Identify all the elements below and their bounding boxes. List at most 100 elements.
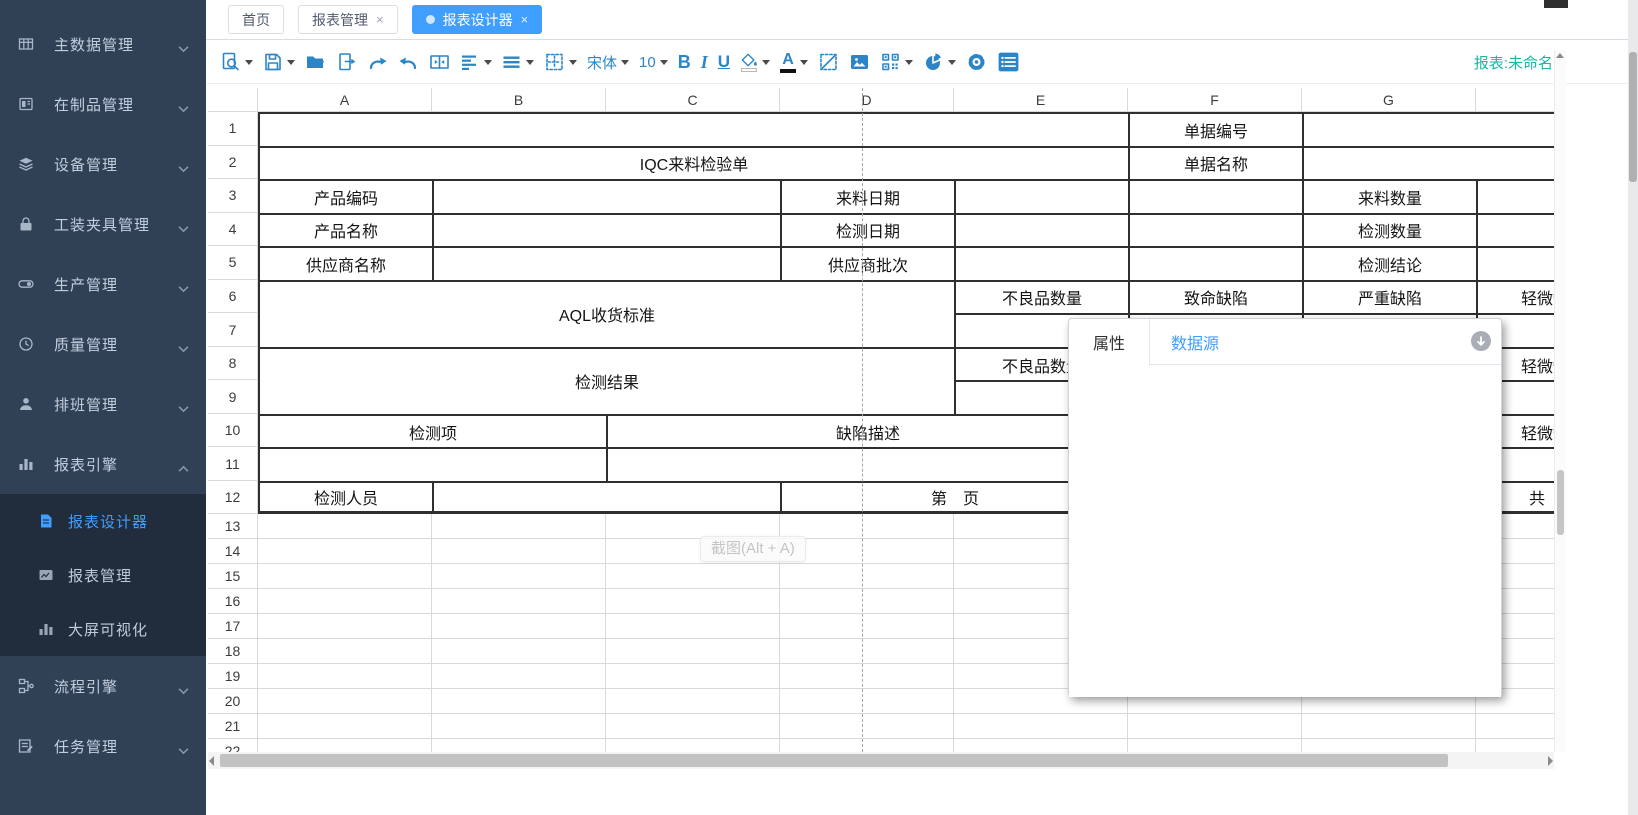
chevron-down-icon[interactable] bbox=[178, 160, 190, 168]
chevron-down-icon[interactable] bbox=[178, 100, 190, 108]
italic-button[interactable]: I bbox=[696, 50, 713, 75]
cell-C22[interactable] bbox=[606, 739, 780, 752]
align-button[interactable] bbox=[455, 50, 497, 74]
cell-A21[interactable] bbox=[258, 714, 432, 739]
panel-toggle-button[interactable] bbox=[992, 49, 1025, 75]
chevron-down-icon[interactable] bbox=[178, 682, 190, 690]
cell-C17[interactable] bbox=[606, 614, 780, 639]
row-header-14[interactable]: 14 bbox=[208, 539, 258, 564]
borders-button[interactable] bbox=[539, 50, 582, 74]
form-cell-G3[interactable]: 来料数量 bbox=[1302, 179, 1476, 213]
row-header-3[interactable]: 3 bbox=[208, 179, 258, 213]
cell-D13[interactable] bbox=[780, 514, 954, 539]
form-cell-F3[interactable] bbox=[1128, 179, 1302, 213]
row-header-17[interactable]: 17 bbox=[208, 614, 258, 639]
sidebar-subitem-dashboard-visualization[interactable]: 大屏可视化 bbox=[0, 602, 206, 656]
redo-button[interactable] bbox=[362, 50, 393, 74]
sidebar-item-tooling[interactable]: 工装夹具管理 bbox=[0, 194, 206, 254]
cell-D22[interactable] bbox=[780, 739, 954, 752]
cell-D18[interactable] bbox=[780, 639, 954, 664]
form-cell-C11[interactable] bbox=[606, 447, 1128, 481]
vertical-scrollbar-thumb[interactable] bbox=[1557, 470, 1564, 535]
chevron-down-icon[interactable] bbox=[178, 40, 190, 48]
cell-D17[interactable] bbox=[780, 614, 954, 639]
chevron-down-icon[interactable] bbox=[178, 340, 190, 348]
cell-A20[interactable] bbox=[258, 689, 432, 714]
sidebar-item-report-engine[interactable]: 报表引擎 bbox=[0, 434, 206, 494]
cell-F21[interactable] bbox=[1128, 714, 1302, 739]
cell-A15[interactable] bbox=[258, 564, 432, 589]
sidebar-item-task-management[interactable]: 任务管理 bbox=[0, 716, 206, 776]
form-cell-A4[interactable]: 产品名称 bbox=[258, 213, 432, 247]
cell-B14[interactable] bbox=[432, 539, 606, 564]
insert-image-button[interactable] bbox=[844, 50, 875, 74]
form-cell-F2[interactable]: 单据名称 bbox=[1128, 146, 1302, 180]
cell-B17[interactable] bbox=[432, 614, 606, 639]
form-cell-C10[interactable]: 缺陷描述 bbox=[606, 414, 1128, 448]
cell-D15[interactable] bbox=[780, 564, 954, 589]
line-style-button[interactable] bbox=[497, 50, 539, 74]
cell-B22[interactable] bbox=[432, 739, 606, 752]
cell-D19[interactable] bbox=[780, 664, 954, 689]
sidebar-item-process-engine[interactable]: 流程引擎 bbox=[0, 656, 206, 716]
form-cell-A11[interactable] bbox=[258, 447, 606, 481]
form-cell-H5[interactable] bbox=[1476, 246, 1554, 280]
form-cell-D3[interactable]: 来料日期 bbox=[780, 179, 954, 213]
column-header-F[interactable]: F bbox=[1128, 88, 1302, 112]
form-cell-A5[interactable]: 供应商名称 bbox=[258, 246, 432, 280]
cell-D16[interactable] bbox=[780, 589, 954, 614]
cell-H22[interactable] bbox=[1476, 739, 1554, 752]
form-cell-G5[interactable]: 检测结论 bbox=[1302, 246, 1476, 280]
form-cell-F6[interactable]: 致命缺陷 bbox=[1128, 280, 1302, 314]
row-header-1[interactable]: 1 bbox=[208, 112, 258, 146]
form-cell-E5[interactable] bbox=[954, 246, 1128, 280]
qrcode-button[interactable] bbox=[875, 50, 918, 74]
column-header-G[interactable]: G bbox=[1302, 88, 1476, 112]
cell-A17[interactable] bbox=[258, 614, 432, 639]
cell-G21[interactable] bbox=[1302, 714, 1476, 739]
row-header-21[interactable]: 21 bbox=[208, 714, 258, 739]
scroll-left-icon[interactable] bbox=[209, 756, 214, 766]
font-family-select[interactable]: 宋体 bbox=[582, 50, 634, 75]
horizontal-scrollbar-thumb[interactable] bbox=[220, 754, 1448, 767]
form-cell-F4[interactable] bbox=[1128, 213, 1302, 247]
cell-G22[interactable] bbox=[1302, 739, 1476, 752]
row-header-13[interactable]: 13 bbox=[208, 514, 258, 539]
row-header-8[interactable]: 8 bbox=[208, 347, 258, 381]
column-header-C[interactable]: C bbox=[606, 88, 780, 112]
undo-button[interactable] bbox=[393, 50, 424, 74]
sidebar-item-production[interactable]: 生产管理 bbox=[0, 254, 206, 314]
form-cell-B4[interactable] bbox=[432, 213, 780, 247]
chevron-down-icon[interactable] bbox=[178, 220, 190, 228]
sidebar-item-master-data[interactable]: 主数据管理 bbox=[0, 14, 206, 74]
form-cell-E3[interactable] bbox=[954, 179, 1128, 213]
preview-button[interactable] bbox=[216, 50, 258, 74]
cell-A16[interactable] bbox=[258, 589, 432, 614]
scroll-right-icon[interactable] bbox=[1548, 756, 1553, 766]
row-header-10[interactable]: 10 bbox=[208, 414, 258, 448]
cell-C16[interactable] bbox=[606, 589, 780, 614]
settings-button[interactable] bbox=[961, 50, 992, 74]
browser-scrollbar-thumb[interactable] bbox=[1629, 52, 1637, 182]
row-header-18[interactable]: 18 bbox=[208, 639, 258, 664]
sidebar-subitem-report-management[interactable]: 报表管理 bbox=[0, 548, 206, 602]
tab-report-designer[interactable]: 报表设计器 × bbox=[412, 5, 543, 34]
cell-C15[interactable] bbox=[606, 564, 780, 589]
chevron-down-icon[interactable] bbox=[178, 280, 190, 288]
collapse-circle-down-icon[interactable] bbox=[1471, 331, 1491, 351]
cell-A22[interactable] bbox=[258, 739, 432, 752]
row-header-15[interactable]: 15 bbox=[208, 564, 258, 589]
form-cell-A2[interactable]: IQC来料检验单 bbox=[258, 146, 1128, 180]
chevron-down-icon[interactable] bbox=[178, 742, 190, 750]
cell-B16[interactable] bbox=[432, 589, 606, 614]
sidebar-item-quality[interactable]: 质量管理 bbox=[0, 314, 206, 374]
font-size-select[interactable]: 10 bbox=[634, 52, 673, 73]
cell-B13[interactable] bbox=[432, 514, 606, 539]
form-cell-A1[interactable] bbox=[258, 112, 1128, 146]
form-cell-G2[interactable] bbox=[1302, 146, 1554, 180]
bold-button[interactable]: B bbox=[673, 50, 696, 75]
column-header-A[interactable]: A bbox=[258, 88, 432, 112]
cell-A19[interactable] bbox=[258, 664, 432, 689]
form-cell-F5[interactable] bbox=[1128, 246, 1302, 280]
tab-report-management[interactable]: 报表管理 × bbox=[298, 5, 398, 34]
